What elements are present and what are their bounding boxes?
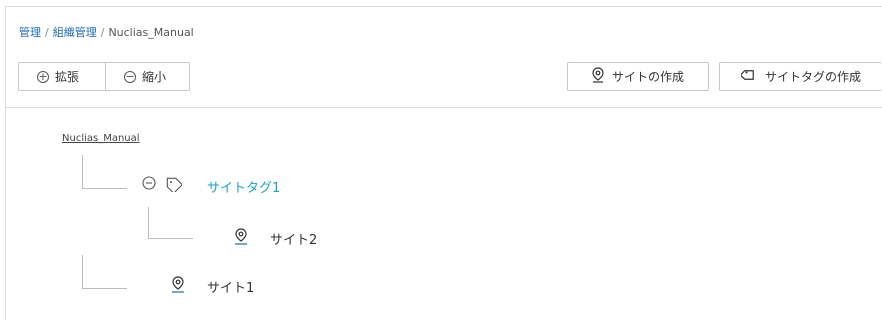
tree-connector xyxy=(82,155,127,189)
tree-connector xyxy=(148,207,193,239)
breadcrumb-separator: / xyxy=(45,26,49,39)
breadcrumb-management[interactable]: 管理 xyxy=(19,26,41,39)
expand-collapse-group: + 拡張 − 縮小 xyxy=(18,62,190,91)
collapse-label: 縮小 xyxy=(142,70,167,84)
tree-connector xyxy=(82,255,127,289)
location-pin-icon xyxy=(172,276,184,297)
collapse-node-icon[interactable] xyxy=(142,175,156,194)
expand-label: 拡張 xyxy=(55,70,80,84)
location-pin-icon xyxy=(592,67,604,86)
breadcrumb-current: Nuclias_Manual xyxy=(108,26,194,39)
collapse-button[interactable]: − 縮小 xyxy=(105,63,189,90)
breadcrumb-separator: / xyxy=(100,26,105,39)
tag-icon xyxy=(164,176,183,196)
create-site-button[interactable]: サイトの作成 xyxy=(567,62,709,91)
tree-root[interactable]: Nuclias_Manual xyxy=(62,133,140,144)
create-site-label: サイトの作成 xyxy=(611,70,684,84)
create-sitetag-button[interactable]: サイトタグの作成 xyxy=(719,62,882,91)
sitetag-node-label[interactable]: サイトタグ1 xyxy=(207,177,280,196)
minus-circle-icon: − xyxy=(124,70,136,83)
panel-frame xyxy=(5,6,882,320)
breadcrumb: 管理 / 組織管理 / Nuclias_Manual xyxy=(19,24,194,40)
expand-button[interactable]: + 拡張 xyxy=(19,63,105,90)
breadcrumb-organization[interactable]: 組織管理 xyxy=(53,26,97,39)
plus-circle-icon: + xyxy=(37,70,49,83)
location-pin-icon xyxy=(235,228,247,249)
create-sitetag-label: サイトタグの作成 xyxy=(764,70,861,84)
tag-icon xyxy=(739,67,757,86)
site-node-label[interactable]: サイト1 xyxy=(207,277,254,296)
site-node-label[interactable]: サイト2 xyxy=(270,229,317,248)
toolbar-divider xyxy=(5,107,882,108)
